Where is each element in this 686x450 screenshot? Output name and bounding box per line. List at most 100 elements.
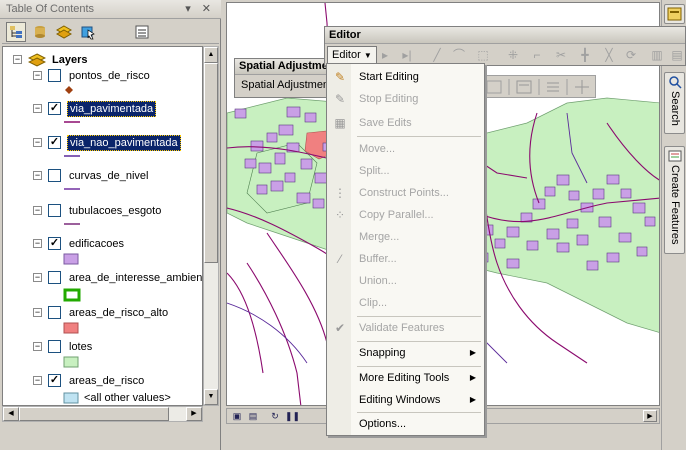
collapse-toggle[interactable]: − [33,206,42,215]
menu-separator [357,316,481,317]
collapse-toggle[interactable]: − [33,71,42,80]
layer-name: lotes [69,340,93,353]
copy-parallel-icon: ⁘ [334,208,346,222]
layer-visibility-checkbox[interactable]: ✓ [48,102,61,115]
collapse-toggle[interactable]: − [33,342,42,351]
layers-root-label: Layers [52,53,88,66]
list-by-source-icon[interactable] [30,22,50,42]
data-view-icon[interactable]: ▣ [231,410,243,422]
collapse-toggle[interactable]: − [13,55,22,64]
spatial-adjustment-toolbar-tools [483,75,596,98]
toc-horizontal-scrollbar[interactable]: ◀ ▶ [2,406,203,422]
scroll-left-icon[interactable]: ◀ [3,407,19,421]
menu-item-start-editing[interactable]: ✎ Start Editing [327,67,484,87]
layer-row[interactable]: − ✓ edificacoes [33,235,126,252]
menu-separator [357,412,481,413]
attributes-icon[interactable]: ⟳ [623,47,639,63]
reshape-feature-icon[interactable]: ⌐ [529,47,545,63]
layer-row[interactable]: − areas_de_risco_alto [33,304,170,321]
create-features-icon[interactable]: ▤ [669,47,685,63]
spatial-adjustment-menu[interactable]: Spatial Adjustment [235,75,326,95]
scroll-up-icon[interactable]: ▲ [204,47,218,63]
layer-visibility-checkbox[interactable]: ✓ [48,237,61,250]
layer-row[interactable]: − area_de_interesse_ambient [33,269,202,286]
layer-visibility-checkbox[interactable]: ✓ [48,374,61,387]
menu-item-options[interactable]: Options... [327,414,484,434]
menu-item-editing-windows[interactable]: Editing Windows ▶ [327,390,484,410]
layer-row[interactable]: − ✓ via_pavimentada [33,100,157,117]
save-edits-icon: ▦ [334,116,346,130]
rotate-tool-icon[interactable]: ╳ [601,47,617,63]
layer-row[interactable]: − ✓ areas_de_risco [33,372,146,389]
layer-tree: − Layers − pontos_de_risco − ✓ via_pavim… [2,46,203,406]
list-by-selection-icon[interactable] [78,22,98,42]
pause-drawing-icon[interactable]: ❚❚ [285,410,300,422]
toc-vertical-scrollbar[interactable]: ▲ ▼ [203,46,219,406]
cut-polygons-icon[interactable]: ✂ [553,47,569,63]
buffer-icon: ⁄ [338,252,341,266]
trace-icon[interactable]: ⬚ [475,47,491,63]
end-point-arc-icon[interactable]: ⌒ [451,47,467,63]
menu-item-buffer[interactable]: ⁄ Buffer... [327,249,484,269]
options-list-icon[interactable] [132,22,152,42]
layout-view-icon[interactable]: ▤ [247,410,259,422]
menu-item-clip[interactable]: Clip... [327,293,484,313]
menu-separator [357,341,481,342]
search-tab[interactable]: Search [664,72,685,134]
list-by-visibility-icon[interactable] [54,22,74,42]
menu-item-more-editing-tools[interactable]: More Editing Tools ▶ [327,368,484,388]
submenu-arrow-icon: ▶ [469,395,476,404]
list-by-drawing-order-icon[interactable] [6,22,26,42]
create-features-tab[interactable]: Create Features [664,146,685,254]
menu-item-save-edits[interactable]: ▦ Save Edits [327,113,484,133]
layer-visibility-checkbox[interactable]: ✓ [48,136,61,149]
layer-visibility-checkbox[interactable] [48,340,61,353]
scroll-down-icon[interactable]: ▼ [204,389,218,405]
collapse-toggle[interactable]: − [33,376,42,385]
layer-name: tubulacoes_esgoto [69,204,162,217]
menu-item-copy-parallel[interactable]: ⁘ Copy Parallel... [327,205,484,225]
menu-item-merge[interactable]: Merge... [327,227,484,247]
layer-row[interactable]: − tubulacoes_esgoto [33,202,163,219]
straight-segment-icon[interactable]: ╱ [429,47,445,63]
layer-name: via_nao_pavimentada [67,134,181,151]
menu-item-move[interactable]: Move... [327,139,484,159]
menu-item-stop-editing[interactable]: ✎ Stop Editing [327,89,484,109]
layer-row[interactable]: − pontos_de_risco [33,67,152,84]
edit-vertices-icon[interactable]: ⁜ [505,47,521,63]
menu-item-validate-features[interactable]: ✔ Validate Features [327,318,484,338]
layers-root[interactable]: − Layers [13,51,89,68]
edit-annotation-tool-icon[interactable]: ▸| [399,47,415,63]
layer-visibility-checkbox[interactable] [48,169,61,182]
layer-row[interactable]: − curvas_de_nivel [33,167,151,184]
collapse-toggle[interactable]: − [33,308,42,317]
layer-visibility-checkbox[interactable] [48,271,61,284]
collapse-toggle[interactable]: − [33,104,42,113]
layer-visibility-checkbox[interactable] [48,204,61,217]
scroll-thumb[interactable] [204,63,218,263]
menu-item-split[interactable]: Split... [327,161,484,181]
line-symbol-icon [64,223,80,225]
scroll-thumb[interactable] [19,407,169,421]
edit-tool-icon[interactable]: ▸ [377,47,393,63]
catalog-icon[interactable] [664,4,685,24]
collapse-toggle[interactable]: − [33,171,42,180]
collapse-toggle[interactable]: − [33,138,42,147]
layer-row[interactable]: − ✓ via_nao_pavimentada [33,134,181,151]
layer-visibility-checkbox[interactable] [48,306,61,319]
scroll-right-icon[interactable]: ▶ [186,407,202,421]
collapse-toggle[interactable]: − [33,239,42,248]
scroll-right-icon[interactable]: ▶ [643,410,657,422]
sketch-properties-icon[interactable]: ▥ [649,47,665,63]
split-tool-icon[interactable]: ╋ [577,47,593,63]
refresh-icon[interactable]: ↻ [269,410,281,422]
layer-visibility-checkbox[interactable] [48,69,61,82]
toc-window-controls[interactable]: ▾ ✕ [185,2,215,15]
layer-row[interactable]: − lotes [33,338,94,355]
menu-item-union[interactable]: Union... [327,271,484,291]
table-of-contents-panel: Table Of Contents ▾ ✕ − Layers − pontos_… [0,0,221,450]
menu-item-snapping[interactable]: Snapping ▶ [327,343,484,363]
menu-item-construct-points[interactable]: ⋮ Construct Points... [327,183,484,203]
collapse-toggle[interactable]: − [33,273,42,282]
polygon-symbol-icon [63,322,79,334]
